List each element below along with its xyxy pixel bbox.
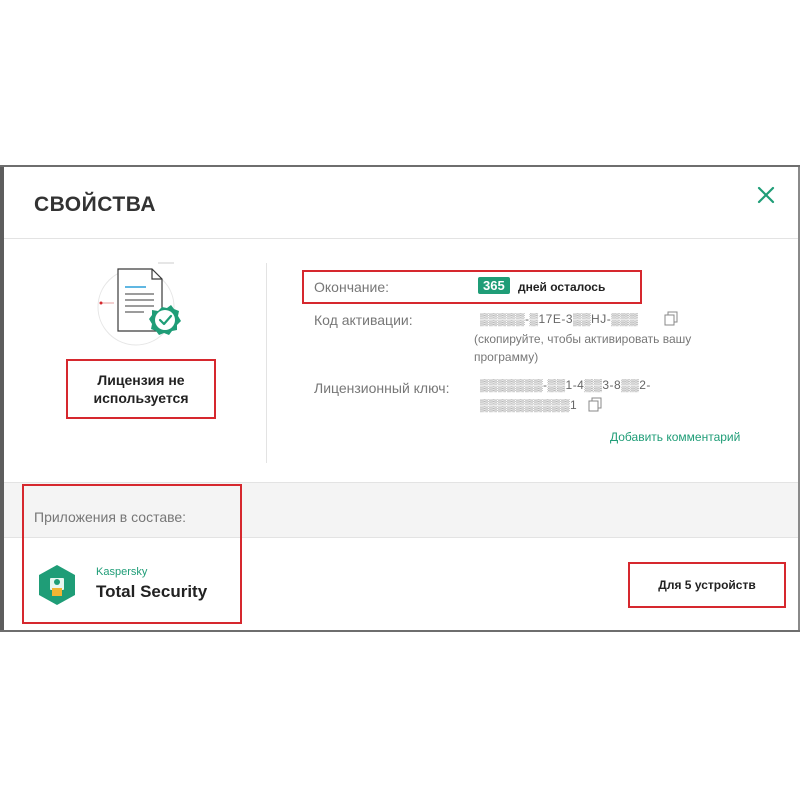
kaspersky-shield-icon bbox=[38, 564, 76, 606]
background-top bbox=[0, 0, 800, 165]
product-name: Total Security bbox=[96, 582, 208, 601]
dialog-header: СВОЙСТВА bbox=[4, 167, 798, 239]
expiry-label: Окончание: bbox=[314, 279, 389, 295]
activation-code-label: Код активации: bbox=[314, 312, 413, 328]
license-key-label: Лицензионный ключ: bbox=[314, 380, 450, 396]
copy-icon[interactable] bbox=[588, 397, 602, 413]
add-comment-link[interactable]: Добавить комментарий bbox=[610, 430, 740, 444]
days-left-badge: 365 bbox=[478, 277, 510, 294]
certificate-check-icon bbox=[88, 259, 188, 349]
license-key-line1: ▒▒▒▒▒▒▒-▒▒1-4▒▒3-8▒▒2- bbox=[480, 378, 651, 392]
activation-hint: (скопируйте, чтобы активировать вашу про… bbox=[474, 332, 692, 364]
vertical-divider bbox=[266, 263, 267, 463]
copy-icon[interactable] bbox=[664, 311, 678, 327]
license-key-line2: ▒▒▒▒▒▒▒▒▒▒1 bbox=[480, 398, 578, 412]
dialog-title: СВОЙСТВА bbox=[34, 193, 156, 216]
activation-code-value: ▒▒▒▒▒-▒17E-3▒▒HJ-▒▒▒ bbox=[480, 312, 639, 326]
license-status: Лицензия не используется bbox=[66, 359, 216, 419]
days-left-text: дней осталось bbox=[518, 280, 606, 294]
devices-count: Для 5 устройств bbox=[628, 562, 786, 608]
close-icon[interactable] bbox=[752, 181, 780, 209]
product-brand: Kaspersky bbox=[96, 566, 148, 578]
